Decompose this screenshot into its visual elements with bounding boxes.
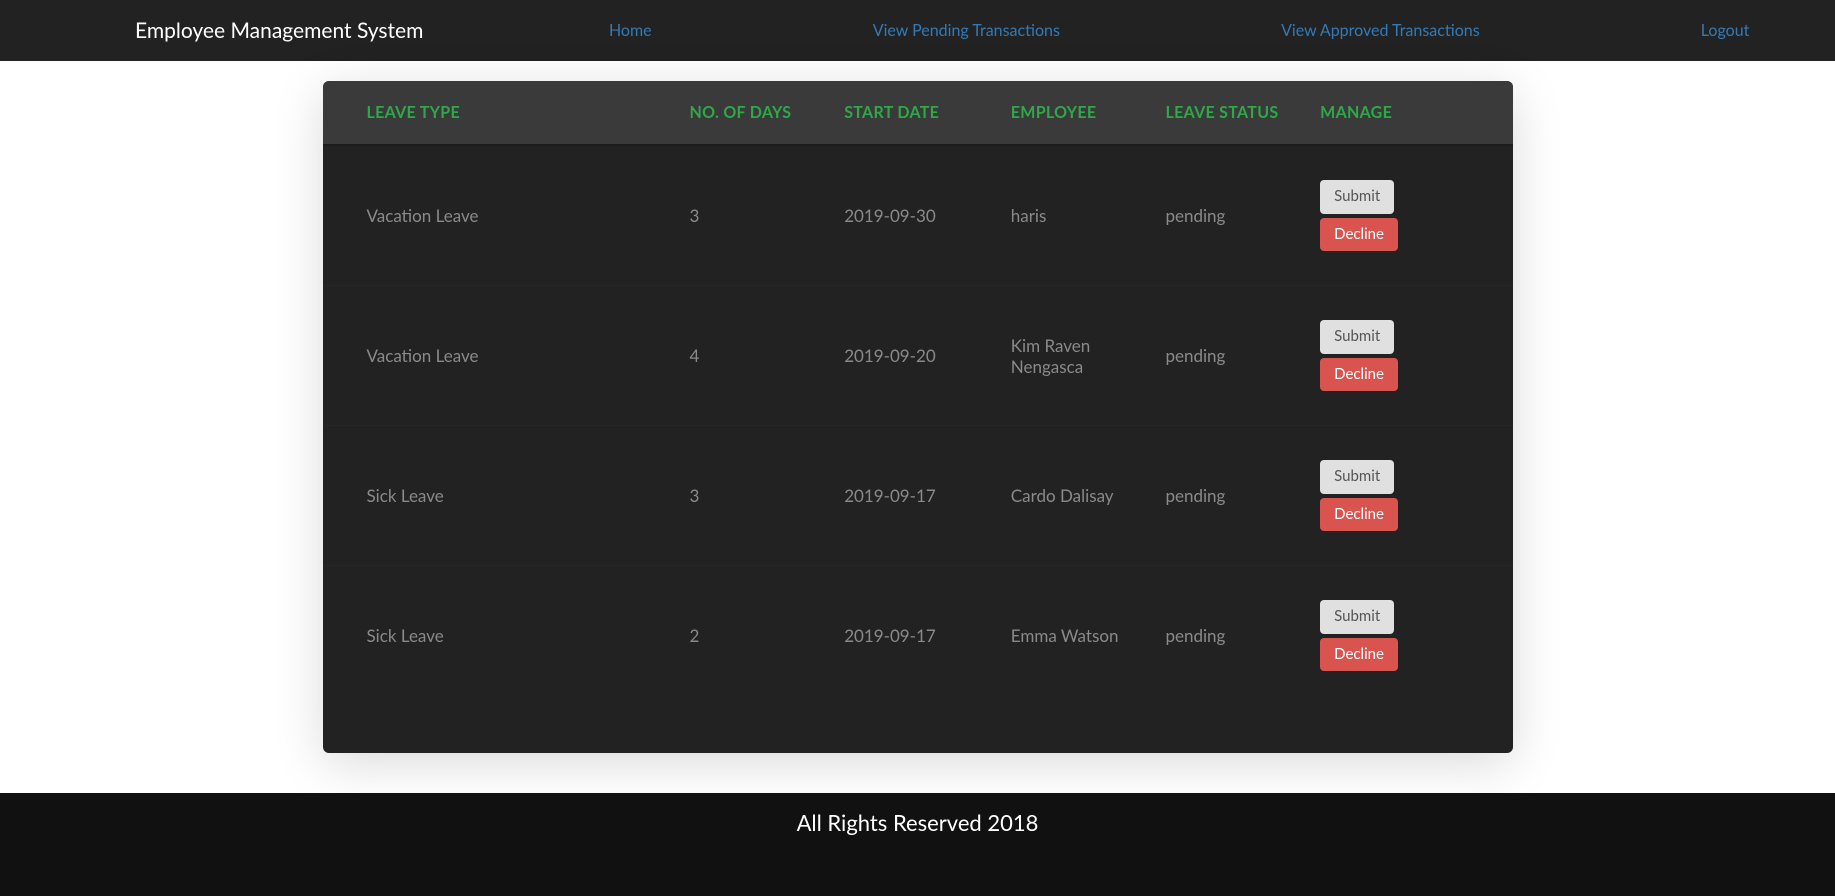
cell-days: 3 [680,426,835,566]
cell-leave-type: Sick Leave [323,426,680,566]
submit-button[interactable]: Submit [1320,180,1394,214]
cell-employee: Kim Raven Nengasca [1001,286,1156,426]
header-status: LEAVE STATUS [1155,81,1310,145]
app-brand: Employee Management System [135,18,423,43]
nav-home-link[interactable]: Home [609,21,652,40]
cell-days: 2 [680,566,835,706]
submit-button[interactable]: Submit [1320,460,1394,494]
cell-days: 3 [680,145,835,286]
table-row: Sick Leave 2 2019-09-17 Emma Watson pend… [323,566,1513,706]
decline-button[interactable]: Decline [1320,358,1398,392]
header-employee: EMPLOYEE [1001,81,1156,145]
table-header-row: LEAVE TYPE NO. OF DAYS START DATE EMPLOY… [323,81,1513,145]
header-leave-type: LEAVE TYPE [323,81,680,145]
header-start-date: START DATE [834,81,1001,145]
main-content: LEAVE TYPE NO. OF DAYS START DATE EMPLOY… [0,61,1835,793]
cell-leave-type: Vacation Leave [323,145,680,286]
transactions-table: LEAVE TYPE NO. OF DAYS START DATE EMPLOY… [323,81,1513,705]
cell-status: pending [1155,145,1310,286]
table-row: Vacation Leave 4 2019-09-20 Kim Raven Ne… [323,286,1513,426]
cell-manage: Submit Decline [1310,566,1512,706]
submit-button[interactable]: Submit [1320,320,1394,354]
footer: All Rights Reserved 2018 [0,793,1835,896]
cell-leave-type: Vacation Leave [323,286,680,426]
header-manage: MANAGE [1310,81,1512,145]
cell-days: 4 [680,286,835,426]
header-days: NO. OF DAYS [680,81,835,145]
table-row: Vacation Leave 3 2019-09-30 haris pendin… [323,145,1513,286]
cell-start-date: 2019-09-17 [834,426,1001,566]
cell-status: pending [1155,566,1310,706]
cell-employee: Cardo Dalisay [1001,426,1156,566]
cell-leave-type: Sick Leave [323,566,680,706]
cell-status: pending [1155,286,1310,426]
cell-manage: Submit Decline [1310,426,1512,566]
table-body: Vacation Leave 3 2019-09-30 haris pendin… [323,145,1513,705]
nav-links: Home View Pending Transactions View Appr… [563,21,1795,40]
table-row: Sick Leave 3 2019-09-17 Cardo Dalisay pe… [323,426,1513,566]
footer-text: All Rights Reserved 2018 [797,809,1039,836]
nav-logout-link[interactable]: Logout [1701,21,1750,40]
decline-button[interactable]: Decline [1320,638,1398,672]
cell-start-date: 2019-09-17 [834,566,1001,706]
nav-approved-link[interactable]: View Approved Transactions [1281,21,1480,40]
transactions-panel: LEAVE TYPE NO. OF DAYS START DATE EMPLOY… [323,81,1513,753]
cell-start-date: 2019-09-30 [834,145,1001,286]
navbar: Employee Management System Home View Pen… [0,0,1835,61]
cell-status: pending [1155,426,1310,566]
submit-button[interactable]: Submit [1320,600,1394,634]
cell-start-date: 2019-09-20 [834,286,1001,426]
decline-button[interactable]: Decline [1320,498,1398,532]
cell-manage: Submit Decline [1310,286,1512,426]
decline-button[interactable]: Decline [1320,218,1398,252]
nav-pending-link[interactable]: View Pending Transactions [873,21,1060,40]
cell-employee: Emma Watson [1001,566,1156,706]
cell-manage: Submit Decline [1310,145,1512,286]
cell-employee: haris [1001,145,1156,286]
